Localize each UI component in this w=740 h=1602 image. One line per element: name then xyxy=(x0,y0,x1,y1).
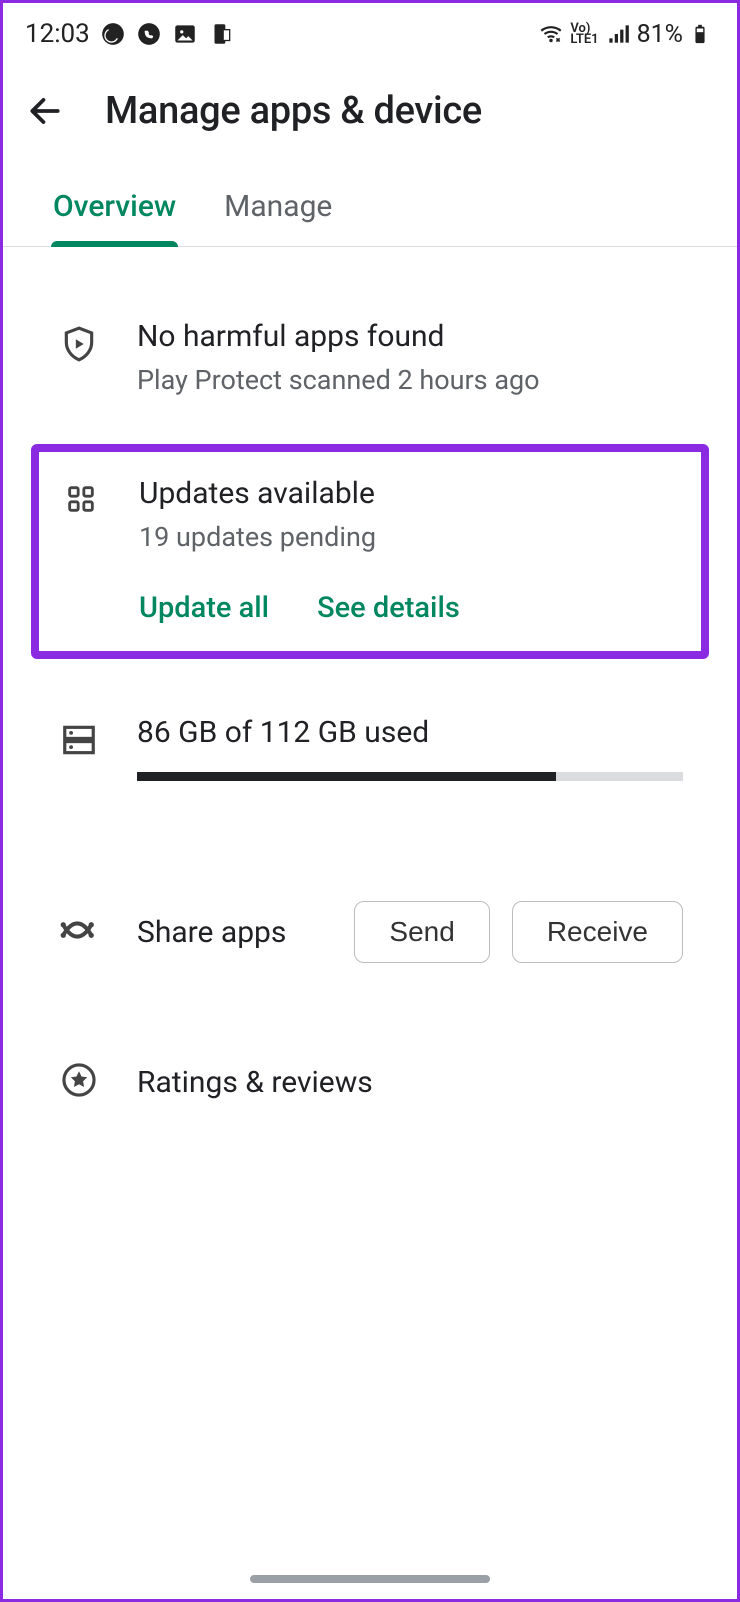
apps-grid-icon xyxy=(64,482,98,625)
signal-icon xyxy=(605,21,631,47)
ratings-reviews-row[interactable]: Ratings & reviews xyxy=(3,1061,737,1103)
update-all-button[interactable]: Update all xyxy=(139,591,269,625)
whatsapp-icon xyxy=(100,21,126,47)
tab-manage[interactable]: Manage xyxy=(224,189,332,246)
tab-bar: Overview Manage xyxy=(3,159,737,247)
protect-title: No harmful apps found xyxy=(137,319,683,354)
share-apps-row: Share apps Send Receive xyxy=(3,901,737,963)
updates-subtitle: 19 updates pending xyxy=(139,521,681,553)
image-icon xyxy=(172,21,198,47)
receive-button[interactable]: Receive xyxy=(512,901,683,963)
ratings-label: Ratings & reviews xyxy=(137,1065,373,1100)
play-protect-row[interactable]: No harmful apps found Play Protect scann… xyxy=(3,319,737,396)
send-button[interactable]: Send xyxy=(354,901,489,963)
phone-icon xyxy=(136,21,162,47)
tab-overview[interactable]: Overview xyxy=(53,189,176,246)
device-icon xyxy=(208,21,234,47)
see-details-button[interactable]: See details xyxy=(317,591,460,625)
storage-progress-bar xyxy=(137,772,683,781)
share-icon xyxy=(58,909,100,955)
shield-play-icon xyxy=(60,325,98,367)
status-bar: 12:03 Vo) LTE1 81% xyxy=(3,3,737,61)
updates-title: Updates available xyxy=(139,476,681,511)
battery-text: 81% xyxy=(637,20,683,49)
page-title: Manage apps & device xyxy=(105,89,482,133)
gesture-nav-bar[interactable] xyxy=(250,1575,490,1583)
storage-label: 86 GB of 112 GB used xyxy=(137,715,683,750)
share-label: Share apps xyxy=(137,915,286,950)
back-button[interactable] xyxy=(25,91,65,131)
star-circle-icon xyxy=(60,1061,98,1103)
status-time: 12:03 xyxy=(25,19,90,49)
storage-icon xyxy=(60,721,98,763)
volte-indicator: Vo) LTE1 xyxy=(570,23,598,45)
protect-subtitle: Play Protect scanned 2 hours ago xyxy=(137,364,683,396)
battery-icon xyxy=(689,21,715,47)
storage-row[interactable]: 86 GB of 112 GB used xyxy=(3,715,737,781)
page-header: Manage apps & device xyxy=(3,61,737,159)
updates-row[interactable]: Updates available 19 updates pending Upd… xyxy=(31,444,709,659)
wifi-icon xyxy=(538,21,564,47)
